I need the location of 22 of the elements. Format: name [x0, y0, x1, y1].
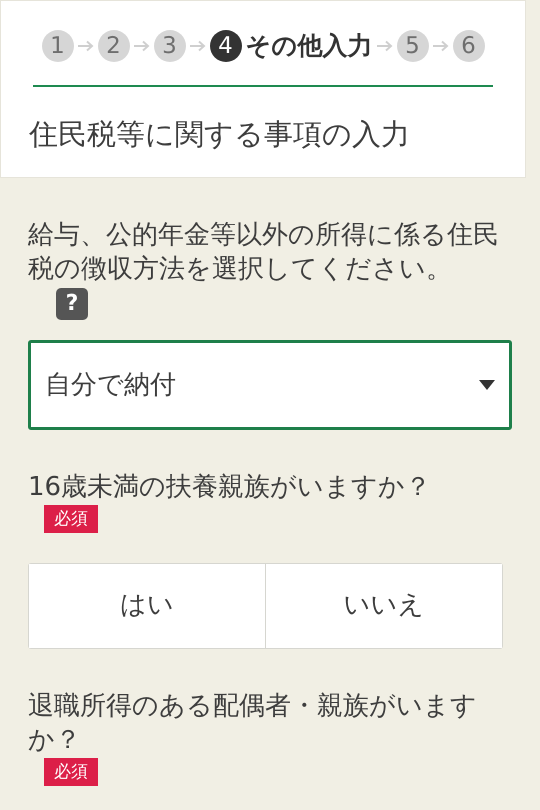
step-number: 1 — [42, 30, 74, 62]
step-number: 5 — [396, 30, 428, 62]
arrow-icon — [76, 40, 94, 52]
step-number: 3 — [154, 30, 186, 62]
arrow-icon — [132, 40, 150, 52]
step-number: 2 — [98, 30, 130, 62]
dropdown-caret-icon — [479, 380, 495, 390]
arrow-icon — [376, 40, 394, 52]
step-number: 6 — [452, 30, 484, 62]
question-text: 退職所得のある配偶者・親族がいますか？ — [28, 690, 478, 757]
required-badge: 必須 — [44, 758, 98, 786]
arrow-icon — [188, 40, 206, 52]
help-button[interactable]: ? — [56, 288, 88, 320]
question-text: 16歳未満の扶養親族がいますか？ — [28, 471, 432, 504]
select-field[interactable]: 自分で納付 — [28, 340, 512, 430]
required-badge: 必須 — [44, 504, 98, 533]
arrow-icon — [432, 40, 450, 52]
page-title: 住民税等に関する事項の入力 — [29, 116, 411, 152]
step-label: その他入力 — [246, 30, 372, 62]
step-number: 4 — [210, 30, 242, 62]
question-text: 給与、公的年金等以外の所得に係る住民税の徴収方法を選択してください。 — [28, 219, 500, 286]
choice-button[interactable]: いいえ — [265, 564, 502, 648]
